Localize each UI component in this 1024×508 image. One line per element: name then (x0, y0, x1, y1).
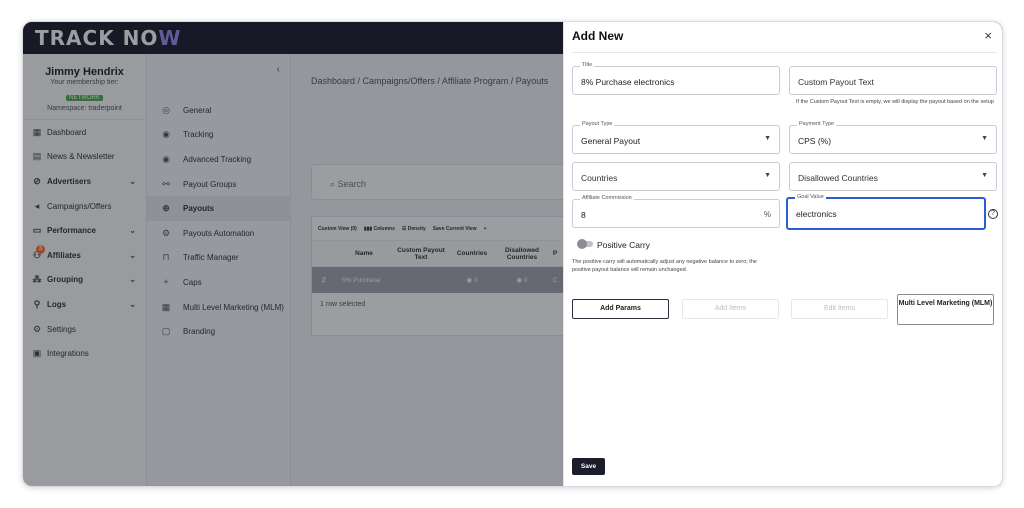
mlm-button[interactable]: Multi Level Marketing (MLM) (897, 294, 994, 325)
positive-carry-toggle[interactable] (577, 239, 593, 249)
add-params-button[interactable]: Add Params (572, 299, 669, 319)
save-button[interactable]: Save (572, 458, 605, 475)
positive-carry-label: Positive Carry (597, 240, 650, 250)
app-window: TRACK NOW Jimmy Hendrix Your membership … (22, 21, 1003, 487)
disallowed-countries-select[interactable]: Disallowed Countries ▼ (789, 162, 997, 191)
dropdown-arrow-icon: ▼ (981, 172, 988, 179)
payment-type-select[interactable]: Payment Type CPS (%) ▼ (789, 121, 997, 154)
divider (572, 52, 997, 53)
modal-backdrop[interactable] (23, 22, 563, 486)
payout-type-select[interactable]: Payout Type General Payout ▼ (572, 121, 780, 154)
dropdown-arrow-icon: ▼ (981, 135, 988, 142)
title-field[interactable]: Title 8% Purchase electronics (572, 62, 780, 95)
close-icon[interactable]: × (984, 28, 992, 43)
edit-items-button[interactable]: Edit Items (791, 299, 888, 319)
countries-select[interactable]: Countries ▼ (572, 162, 780, 191)
drawer-title: Add New (572, 29, 624, 43)
custom-payout-text-field[interactable]: Custom Payout Text (789, 66, 997, 95)
goal-value-field[interactable]: Goal Value electronics (786, 194, 986, 230)
dropdown-arrow-icon: ▼ (764, 135, 771, 142)
add-new-drawer: Add New × Title 8% Purchase electronics … (563, 22, 1002, 486)
positive-carry-help: The positive carry will automatically ad… (572, 259, 757, 273)
add-items-button[interactable]: Add Items (682, 299, 779, 319)
custom-payout-help: If the Custom Payout Text is empty, we w… (796, 99, 994, 105)
dropdown-arrow-icon: ▼ (764, 172, 771, 179)
affiliate-commission-field[interactable]: Affiliate Commission 8 % (572, 195, 780, 228)
help-icon[interactable]: ? (988, 209, 998, 219)
